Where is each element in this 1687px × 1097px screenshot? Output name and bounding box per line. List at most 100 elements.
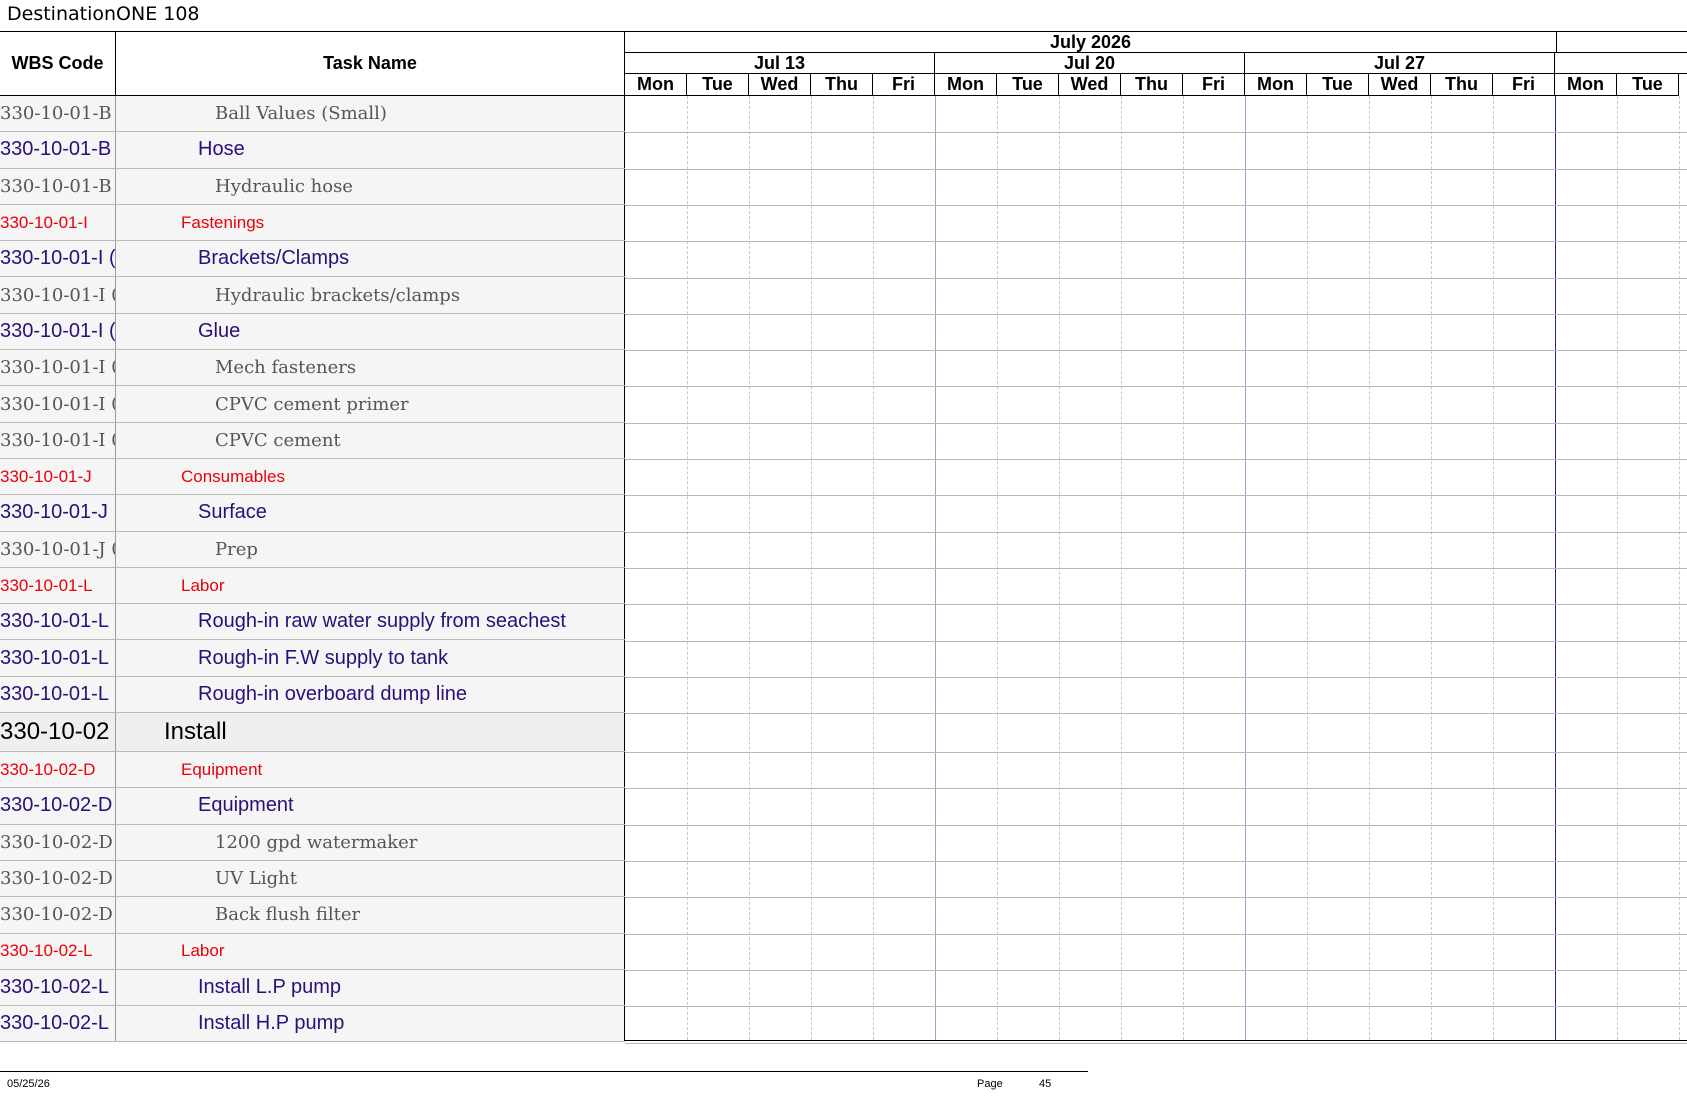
wbs-code-cell: 330-10-01-L	[0, 640, 116, 676]
task-row[interactable]: 330-10-02-L Install H.P pump	[0, 1006, 625, 1043]
row-gridline	[625, 567, 1687, 569]
task-name-cell: Ball Values (Small)	[116, 96, 625, 132]
week-header-next	[1555, 53, 1687, 74]
task-row[interactable]: 330-10-01-B 0 Hydraulic hose	[0, 168, 625, 205]
task-name-cell: Labor	[116, 933, 625, 969]
task-name-text: Hydraulic brackets/clamps	[215, 284, 461, 306]
task-row[interactable]: 330-10-02-L Install L.P pump	[0, 969, 625, 1007]
timeline-grid[interactable]	[625, 96, 1687, 1044]
task-row[interactable]: 330-10-01-L Rough-in raw water supply fro…	[0, 604, 625, 641]
day-header: Wed	[749, 74, 811, 96]
task-name-cell: Labor	[116, 567, 625, 604]
task-name-text: Ball Values (Small)	[215, 103, 387, 125]
wbs-code-cell: 330-10-02-D 0	[0, 860, 116, 897]
wbs-code-cell: 330-10-02-L	[0, 933, 116, 969]
task-name-cell: Rough-in overboard dump line	[116, 676, 625, 713]
task-name-cell: Mech fasteners	[116, 350, 625, 386]
wbs-code-cell: 330-10-01-B	[0, 132, 116, 168]
task-row[interactable]: 330-10-01-B 0 Ball Values (Small)	[0, 96, 625, 133]
row-gridline	[625, 132, 1687, 134]
task-row[interactable]: 330-10-01-L Rough-in F.W supply to tank	[0, 640, 625, 677]
task-name-cell: CPVC cement	[116, 422, 625, 458]
wbs-code-cell: 330-10-02-L	[0, 969, 116, 1006]
task-name-text: Mech fasteners	[215, 357, 357, 379]
day-header: Tue	[997, 74, 1059, 96]
row-gridline	[625, 969, 1687, 971]
row-gridline	[625, 752, 1687, 754]
row-gridline	[625, 495, 1687, 497]
row-gridline	[625, 422, 1687, 424]
wbs-code-cell: 330-10-01-I (	[0, 241, 116, 277]
day-header: Mon	[935, 74, 997, 96]
task-name-header[interactable]: Task Name	[116, 32, 625, 96]
task-row[interactable]: 330-10-01-J Consumables	[0, 458, 625, 496]
task-row[interactable]: 330-10-02 Install	[0, 713, 625, 753]
task-name-cell: Prep	[116, 531, 625, 567]
task-row[interactable]: 330-10-01-J Surface	[0, 495, 625, 532]
task-row[interactable]: 330-10-02-D Equipment	[0, 788, 625, 825]
task-row[interactable]: 330-10-01-I (Glue	[0, 313, 625, 351]
day-header: Tue	[1617, 74, 1679, 96]
row-gridline	[625, 897, 1687, 899]
task-row[interactable]: 330-10-02-D 0 Back flush filter	[0, 897, 625, 934]
task-row[interactable]: 330-10-01-I 01 Hydraulic brackets/clamps	[0, 277, 625, 314]
row-gridline	[625, 933, 1687, 935]
wbs-code-cell: 330-10-02-D 0	[0, 897, 116, 933]
wbs-code-cell: 330-10-01-I (	[0, 313, 116, 350]
row-gridline	[625, 313, 1687, 315]
task-name-cell: Hydraulic brackets/clamps	[116, 277, 625, 313]
wbs-code-cell: 330-10-02-D	[0, 788, 116, 824]
task-row[interactable]: 330-10-01-L Rough-in overboard dump line	[0, 676, 625, 714]
task-row[interactable]: 330-10-01-B Hose	[0, 132, 625, 169]
task-name-text: Brackets/Clamps	[198, 247, 350, 270]
day-header: Wed	[1059, 74, 1121, 96]
wbs-code-cell: 330-10-01-I 02	[0, 422, 116, 458]
wbs-code-header[interactable]: WBS Code	[0, 32, 116, 96]
task-name-cell: UV Light	[116, 860, 625, 897]
task-name-cell: Brackets/Clamps	[116, 241, 625, 277]
task-name-text: Install L.P pump	[198, 975, 342, 998]
day-header: Fri	[1183, 74, 1245, 96]
task-name-cell: Back flush filter	[116, 897, 625, 933]
row-gridline	[625, 168, 1687, 170]
task-row[interactable]: 330-10-02-L Labor	[0, 933, 625, 970]
task-row[interactable]: 330-10-01-J 01 Prep	[0, 531, 625, 568]
row-gridline	[625, 640, 1687, 642]
row-gridline	[625, 676, 1687, 678]
wbs-code-cell: 330-10-01-I 01	[0, 277, 116, 313]
task-name-text: Rough-in F.W supply to tank	[198, 646, 449, 669]
task-row[interactable]: 330-10-02-D 0 1200 gpd watermaker	[0, 824, 625, 861]
task-row[interactable]: 330-10-01-I 02 Mech fasteners	[0, 350, 625, 387]
row-gridline	[625, 788, 1687, 790]
row-gridline	[625, 713, 1687, 715]
task-rows: 330-10-01-B 0 Ball Values (Small) 330-10-0…	[0, 96, 625, 1043]
task-name-cell: Fastenings	[116, 204, 625, 241]
task-name-text: Prep	[215, 538, 258, 560]
wbs-code-cell: 330-10-01-J	[0, 458, 116, 495]
task-row[interactable]: 330-10-02-D 0 UV Light	[0, 860, 625, 898]
task-row[interactable]: 330-10-01-I 02 CPVC cement primer	[0, 386, 625, 423]
day-header: Thu	[1431, 74, 1493, 96]
task-name-text: Hose	[198, 138, 245, 161]
row-gridline	[625, 1006, 1687, 1008]
wbs-code-cell: 330-10-01-I 02	[0, 350, 116, 386]
day-header: Thu	[811, 74, 873, 96]
task-name-cell: Rough-in raw water supply from seachest	[116, 604, 625, 640]
gantt-sheet: WBS Code Task Name 330-10-01-B 0 Ball Val…	[0, 31, 1687, 1044]
task-name-cell: Install	[116, 713, 625, 752]
task-name-text: Labor	[181, 941, 225, 961]
task-row[interactable]: 330-10-01-I Fastenings	[0, 204, 625, 242]
wbs-code-cell: 330-10-01-B 0	[0, 96, 116, 132]
task-row[interactable]: 330-10-01-I 02 CPVC cement	[0, 422, 625, 459]
footer-page-number: 45	[1039, 1078, 1052, 1090]
task-row[interactable]: 330-10-01-L Labor	[0, 567, 625, 605]
day-header: Mon	[1555, 74, 1617, 96]
task-name-cell: Install L.P pump	[116, 969, 625, 1006]
month-header-next	[1557, 32, 1687, 53]
day-header: Tue	[1307, 74, 1369, 96]
task-row[interactable]: 330-10-01-I ( Brackets/Clamps	[0, 241, 625, 278]
task-row[interactable]: 330-10-02-D Equipment	[0, 752, 625, 789]
task-name-cell: CPVC cement primer	[116, 386, 625, 422]
day-header: Fri	[873, 74, 935, 96]
task-name-cell: Rough-in F.W supply to tank	[116, 640, 625, 676]
